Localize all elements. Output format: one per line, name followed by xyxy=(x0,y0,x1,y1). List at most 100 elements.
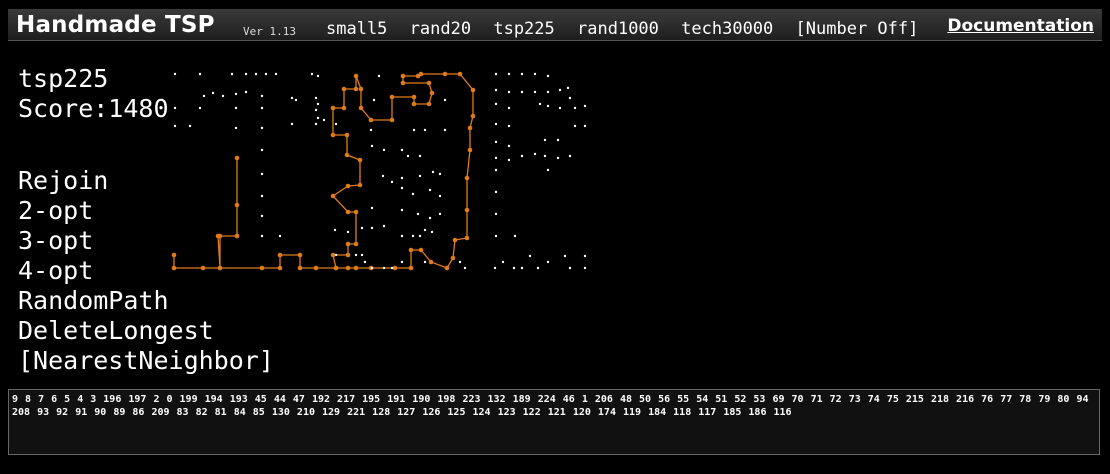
route-city xyxy=(464,175,470,181)
city-point xyxy=(494,212,498,216)
city-point xyxy=(546,104,550,108)
city-point xyxy=(260,148,264,152)
city-point xyxy=(568,96,572,100)
city-point xyxy=(533,152,537,156)
city-point xyxy=(512,266,516,270)
city-point xyxy=(546,260,550,264)
city-point xyxy=(382,266,386,270)
city-point xyxy=(520,154,524,158)
route-city xyxy=(358,105,364,111)
city-point xyxy=(563,254,567,258)
city-point xyxy=(494,140,498,144)
city-point xyxy=(360,226,364,230)
city-point xyxy=(423,228,427,232)
city-point xyxy=(406,154,410,158)
city-point xyxy=(400,176,404,180)
city-point xyxy=(520,72,524,76)
city-point xyxy=(234,106,238,110)
city-point xyxy=(443,98,447,102)
city-point xyxy=(536,266,540,270)
route-city xyxy=(297,252,303,258)
route-city xyxy=(389,94,395,100)
route-city xyxy=(368,117,374,123)
route-city xyxy=(353,86,359,92)
route-city xyxy=(464,207,470,213)
city-point xyxy=(583,254,587,258)
route-city xyxy=(467,125,473,131)
route-city xyxy=(408,265,414,271)
city-point xyxy=(494,102,498,106)
city-point xyxy=(370,266,374,270)
city-point xyxy=(458,260,462,264)
route-city xyxy=(408,247,414,253)
city-point xyxy=(463,266,467,270)
city-point xyxy=(360,253,364,257)
city-point xyxy=(382,224,386,228)
route-city xyxy=(467,147,473,153)
city-point xyxy=(333,228,337,232)
city-point xyxy=(583,104,587,108)
route-city xyxy=(392,265,398,271)
city-point xyxy=(294,98,298,102)
city-point xyxy=(316,102,320,106)
random-path-button[interactable]: RandomPath xyxy=(18,286,274,316)
route-city xyxy=(418,247,424,253)
rejoin-button[interactable]: Rejoin xyxy=(18,166,274,196)
city-point xyxy=(494,72,498,76)
route-city xyxy=(313,265,319,271)
city-point xyxy=(290,122,294,126)
route-city xyxy=(330,252,336,258)
city-point xyxy=(411,192,415,196)
city-point xyxy=(370,144,374,148)
city-point xyxy=(372,98,376,102)
route-city xyxy=(341,86,347,92)
command-list: Rejoin 2-opt 3-opt 4-opt RandomPath Dele… xyxy=(18,166,274,376)
two-opt-button[interactable]: 2-opt xyxy=(18,196,274,226)
route-city xyxy=(345,209,351,215)
route-city xyxy=(353,241,359,247)
city-point xyxy=(173,72,177,76)
city-point xyxy=(583,124,587,128)
city-point xyxy=(507,144,511,148)
city-point xyxy=(558,88,562,92)
city-point xyxy=(568,154,572,158)
city-point xyxy=(431,170,435,174)
four-opt-button[interactable]: 4-opt xyxy=(18,256,274,286)
city-point xyxy=(390,266,394,270)
delete-longest-button[interactable]: DeleteLongest xyxy=(18,316,274,346)
city-point xyxy=(558,106,562,110)
city-point xyxy=(354,253,358,257)
city-point xyxy=(211,91,215,95)
route-city xyxy=(444,265,450,271)
city-point xyxy=(513,234,517,238)
city-point xyxy=(400,208,404,212)
city-point xyxy=(520,266,524,270)
city-point xyxy=(494,156,498,160)
city-point xyxy=(494,168,498,172)
route-city xyxy=(450,255,456,261)
city-point xyxy=(369,128,373,132)
route-city xyxy=(297,265,303,271)
dataset-name: tsp225 xyxy=(18,64,109,93)
route-city xyxy=(345,241,351,247)
city-point xyxy=(507,72,511,76)
city-point xyxy=(533,90,537,94)
city-point xyxy=(411,234,415,238)
city-point xyxy=(370,226,374,230)
route-city xyxy=(357,182,363,188)
route-city xyxy=(353,209,359,215)
route-city xyxy=(330,132,336,138)
route-city xyxy=(470,87,476,93)
city-point xyxy=(370,206,374,210)
city-point xyxy=(556,156,560,160)
nearest-neighbor-button[interactable]: [NearestNeighbor] xyxy=(18,346,274,376)
status-panel: tsp225 Score:1480 xyxy=(18,64,169,124)
three-opt-button[interactable]: 3-opt xyxy=(18,226,274,256)
city-point xyxy=(507,158,511,162)
route-city xyxy=(442,71,448,77)
route-city xyxy=(400,80,406,86)
route-city xyxy=(345,252,351,258)
city-point xyxy=(198,72,202,76)
city-point xyxy=(418,234,422,238)
route-city xyxy=(345,265,351,271)
